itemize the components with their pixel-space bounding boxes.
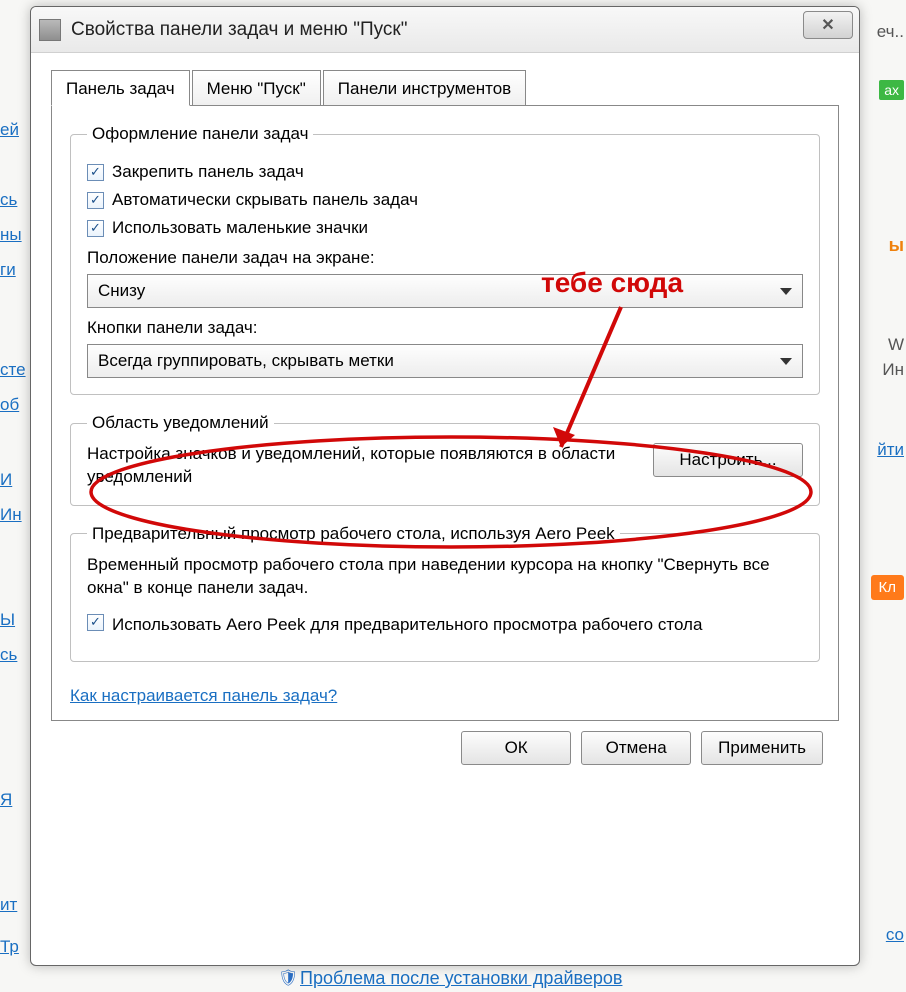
dialog-buttons: ОК Отмена Применить: [51, 721, 839, 765]
tab-startmenu[interactable]: Меню "Пуск": [192, 70, 321, 106]
label-autohide: Автоматически скрывать панель задач: [112, 190, 418, 210]
apply-button[interactable]: Применить: [701, 731, 823, 765]
shield-icon: 🛡: [278, 968, 298, 988]
window-title: Свойства панели задач и меню "Пуск": [71, 19, 407, 41]
dropdown-position[interactable]: Снизу: [87, 274, 803, 308]
bg-link: Я: [0, 790, 12, 810]
bg-link: со: [886, 925, 904, 945]
bg-link: сь: [0, 190, 17, 210]
label-aero-peek: Использовать Aero Peek для предварительн…: [112, 614, 702, 637]
configure-button[interactable]: Настроить...: [653, 443, 803, 477]
bg-link: ги: [0, 260, 16, 280]
dropdown-buttons-value: Всегда группировать, скрывать метки: [98, 351, 394, 371]
bg-link: ны: [0, 225, 22, 245]
aero-desc: Временный просмотр рабочего стола при на…: [87, 554, 803, 600]
bg-link: ей: [0, 120, 19, 140]
bg-link: И: [0, 470, 12, 490]
close-icon: ✕: [821, 15, 834, 35]
bg-link: Ин: [0, 505, 22, 525]
dropdown-position-value: Снизу: [98, 281, 145, 301]
label-position: Положение панели задач на экране:: [87, 248, 803, 268]
checkbox-aero-peek[interactable]: ✓: [87, 614, 104, 631]
group-appearance: Оформление панели задач ✓ Закрепить пане…: [70, 124, 820, 395]
bg-link: Тр: [0, 937, 19, 957]
tabs: Панель задач Меню "Пуск" Панели инструме…: [51, 69, 839, 105]
label-buttons: Кнопки панели задач:: [87, 318, 803, 338]
checkbox-autohide[interactable]: ✓: [87, 192, 104, 209]
close-button[interactable]: ✕: [803, 11, 853, 39]
bg-orange: ы: [889, 235, 904, 256]
label-lock: Закрепить панель задач: [112, 162, 304, 182]
bg-link: сте: [0, 360, 26, 380]
chevron-down-icon: [780, 288, 792, 295]
bg-fragment: еч..: [877, 22, 904, 42]
bg-bottom-link[interactable]: Проблема после установки драйверов: [300, 968, 622, 989]
group-notifications: Область уведомлений Настройка значков и …: [70, 413, 820, 506]
group-notifications-legend: Область уведомлений: [87, 413, 274, 433]
client-area: Панель задач Меню "Пуск" Панели инструме…: [31, 53, 859, 965]
bg-orange-btn: Кл: [871, 575, 905, 600]
group-aero-legend: Предварительный просмотр рабочего стола,…: [87, 524, 620, 544]
bg-link: Ы: [0, 610, 15, 630]
bg-link: об: [0, 395, 19, 415]
ok-button[interactable]: ОК: [461, 731, 571, 765]
bg-link: ит: [0, 895, 17, 915]
tab-toolbars[interactable]: Панели инструментов: [323, 70, 526, 106]
bg-badge: ax: [879, 80, 904, 100]
tab-taskbar[interactable]: Панель задач: [51, 70, 190, 106]
chevron-down-icon: [780, 358, 792, 365]
group-aero-peek: Предварительный просмотр рабочего стола,…: [70, 524, 820, 662]
dropdown-buttons[interactable]: Всегда группировать, скрывать метки: [87, 344, 803, 378]
bg-fragment: W: [888, 335, 904, 355]
notifications-desc: Настройка значков и уведомлений, которые…: [87, 443, 633, 489]
checkbox-lock[interactable]: ✓: [87, 164, 104, 181]
cancel-button[interactable]: Отмена: [581, 731, 691, 765]
tab-content: Оформление панели задач ✓ Закрепить пане…: [51, 105, 839, 721]
checkbox-small-icons[interactable]: ✓: [87, 220, 104, 237]
bg-fragment: Ин: [882, 360, 904, 380]
label-small-icons: Использовать маленькие значки: [112, 218, 368, 238]
bg-link: йти: [877, 440, 904, 460]
titlebar: Свойства панели задач и меню "Пуск" ✕: [31, 7, 859, 53]
dialog-window: Свойства панели задач и меню "Пуск" ✕ Па…: [30, 6, 860, 966]
help-link[interactable]: Как настраивается панель задач?: [70, 686, 337, 706]
app-icon: [39, 19, 61, 41]
group-appearance-legend: Оформление панели задач: [87, 124, 313, 144]
bg-link: сь: [0, 645, 17, 665]
